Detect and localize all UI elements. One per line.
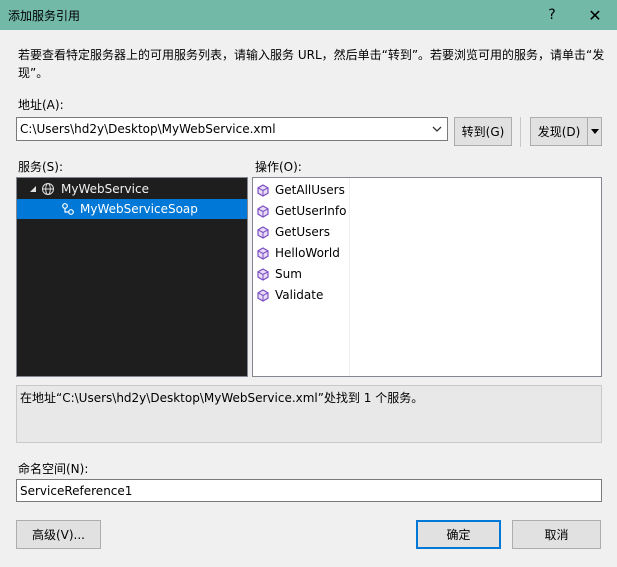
tree-node-endpoint[interactable]: MyWebServiceSoap: [17, 199, 247, 219]
chevron-down-icon[interactable]: [429, 121, 445, 137]
method-icon: [257, 288, 269, 302]
operations-label: 操作(O):: [255, 160, 302, 174]
title-bar: 添加服务引用 ? ✕: [0, 0, 617, 30]
operation-name: GetAllUsers: [275, 183, 345, 197]
operations-list[interactable]: GetAllUsers GetUserInfo GetUsers HelloWo…: [252, 177, 602, 377]
goto-button-label: 转到(G): [461, 125, 505, 139]
operation-name: GetUserInfo: [275, 204, 347, 218]
globe-icon: [42, 183, 54, 195]
namespace-input[interactable]: ServiceReference1: [16, 479, 602, 502]
operation-item[interactable]: GetUsers: [257, 222, 330, 242]
status-message: 在地址“C:\Users\hd2y\Desktop\MyWebService.x…: [20, 391, 424, 405]
services-label: 服务(S):: [18, 160, 64, 174]
operation-item[interactable]: GetUserInfo: [257, 201, 346, 221]
operation-item[interactable]: Validate: [257, 285, 323, 305]
advanced-button-label: 高级(V)...: [31, 528, 86, 542]
ok-button[interactable]: 确定: [416, 520, 501, 549]
caret-down-icon: [590, 128, 599, 134]
endpoint-name: MyWebServiceSoap: [80, 202, 198, 216]
help-icon: ?: [548, 7, 556, 23]
address-combobox[interactable]: C:\Users\hd2y\Desktop\MyWebService.xml: [16, 117, 448, 141]
operation-item[interactable]: HelloWorld: [257, 243, 340, 263]
address-label: 地址(A):: [18, 98, 64, 112]
method-icon: [257, 204, 269, 218]
help-button[interactable]: ?: [532, 0, 572, 30]
advanced-button[interactable]: 高级(V)...: [16, 520, 101, 549]
endpoint-icon: [62, 203, 74, 215]
services-tree[interactable]: MyWebService MyWebServiceSoap: [16, 177, 248, 377]
expanded-arrow-icon[interactable]: [28, 184, 38, 194]
method-icon: [257, 183, 269, 197]
tree-node-service[interactable]: MyWebService: [17, 179, 247, 199]
operation-name: GetUsers: [275, 225, 330, 239]
service-name: MyWebService: [61, 182, 149, 196]
discover-button-label: 发现(D): [537, 125, 581, 139]
ok-button-label: 确定: [446, 528, 471, 542]
namespace-label: 命名空间(N):: [18, 462, 89, 476]
namespace-value: ServiceReference1: [20, 484, 133, 498]
goto-button[interactable]: 转到(G): [454, 117, 512, 146]
address-value: C:\Users\hd2y\Desktop\MyWebService.xml: [20, 122, 276, 136]
instructions-text: 若要查看特定服务器上的可用服务列表，请输入服务 URL，然后单击“转到”。若要浏…: [18, 48, 605, 80]
operation-name: Validate: [275, 288, 324, 302]
method-icon: [257, 267, 269, 281]
toolbar-separator: [520, 117, 521, 147]
close-button[interactable]: ✕: [575, 0, 615, 30]
operation-item[interactable]: GetAllUsers: [257, 180, 345, 200]
operation-name: Sum: [275, 267, 302, 281]
column-divider: [349, 178, 350, 376]
close-icon: ✕: [588, 5, 602, 25]
operation-name: HelloWorld: [275, 246, 340, 260]
cancel-button[interactable]: 取消: [512, 520, 601, 549]
status-box: 在地址“C:\Users\hd2y\Desktop\MyWebService.x…: [16, 385, 602, 443]
discover-dropdown-button[interactable]: [587, 117, 602, 146]
cancel-button-label: 取消: [544, 528, 569, 542]
operation-item[interactable]: Sum: [257, 264, 302, 284]
discover-button[interactable]: 发现(D): [530, 117, 588, 146]
method-icon: [257, 225, 269, 239]
method-icon: [257, 246, 269, 260]
window-title: 添加服务引用: [8, 9, 81, 23]
